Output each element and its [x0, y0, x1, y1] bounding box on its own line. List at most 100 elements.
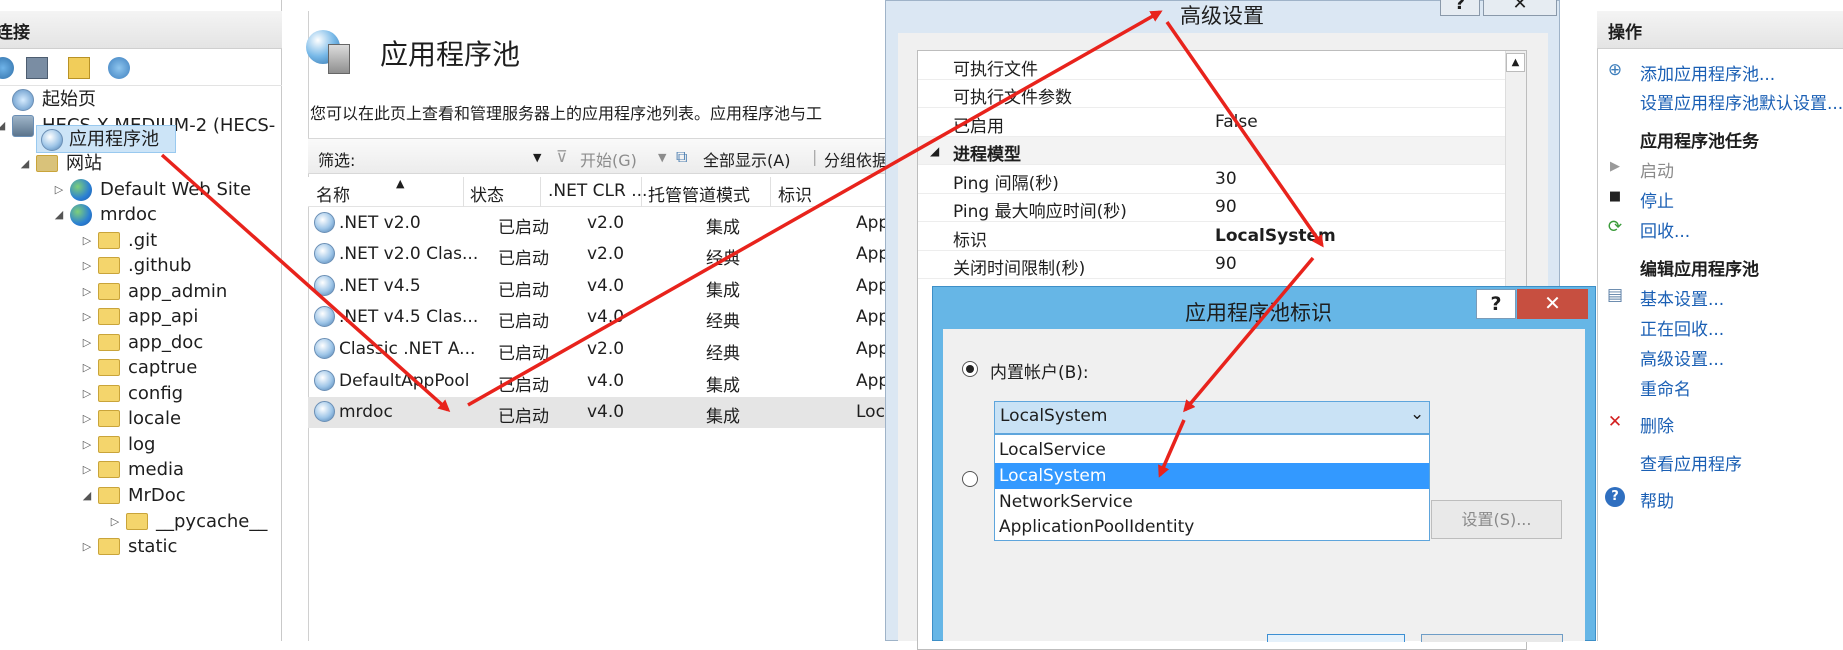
table-row[interactable]: .NET v4.5 已启动 v4.0 集成 App: [308, 271, 928, 302]
dropdown-option[interactable]: ApplicationPoolIdentity: [995, 514, 1429, 540]
column-header-identity[interactable]: 标识: [778, 181, 812, 206]
start-filter-button[interactable]: 开始(G): [580, 147, 637, 171]
expand-icon[interactable]: ▷: [108, 508, 122, 536]
expand-icon[interactable]: ▷: [80, 329, 94, 357]
expand-icon[interactable]: ▷: [80, 456, 94, 484]
show-all-button[interactable]: 全部显示(A): [703, 147, 790, 171]
pool-mode: 经典: [706, 312, 740, 332]
pool-status: 已启动: [498, 281, 549, 301]
tree-node-label: .git: [128, 230, 158, 251]
custom-account-radio[interactable]: [962, 471, 978, 487]
expand-icon[interactable]: ▷: [80, 354, 94, 382]
property-category[interactable]: ◢ 进程模型: [918, 137, 1508, 165]
disconnect-icon[interactable]: [108, 57, 130, 79]
property-value: 90: [1215, 197, 1237, 217]
up-folder-icon[interactable]: [68, 57, 90, 79]
action-add-app-pool[interactable]: 添加应用程序池...: [1640, 60, 1775, 85]
dropdown-option[interactable]: LocalService: [995, 437, 1429, 463]
start-icon: ▶: [1610, 159, 1620, 174]
section-header-edit-pool: 编辑应用程序池: [1640, 260, 1759, 280]
help-icon: ?: [1605, 487, 1625, 507]
dropdown-option-highlighted[interactable]: LocalSystem: [995, 463, 1429, 489]
collapse-icon[interactable]: ◢: [80, 482, 94, 510]
action-recycling[interactable]: 正在回收...: [1640, 315, 1724, 340]
action-basic-settings[interactable]: 基本设置...: [1640, 285, 1724, 310]
actions-title: 操作: [1608, 23, 1642, 43]
advanced-help-button[interactable]: ?: [1440, 0, 1480, 16]
tree-node-label: log: [128, 434, 156, 455]
property-row-identity[interactable]: 标识 LocalSystem: [918, 223, 1508, 251]
property-row[interactable]: 关闭时间限制(秒) 90: [918, 251, 1508, 279]
expand-icon[interactable]: ▷: [52, 176, 66, 204]
folder-icon: [98, 436, 120, 453]
table-row-selected[interactable]: mrdoc 已启动 v4.0 集成 Loc: [308, 397, 928, 428]
action-delete[interactable]: 删除: [1640, 412, 1674, 437]
builtin-account-radio[interactable]: [962, 361, 978, 377]
group-by-button[interactable]: 分组依据: [824, 147, 888, 171]
property-row[interactable]: Ping 最大响应时间(秒) 90: [918, 194, 1508, 222]
table-row[interactable]: Classic .NET A... 已启动 v2.0 经典 App: [308, 334, 928, 365]
table-row[interactable]: .NET v4.5 Clas... 已启动 v4.0 经典 App: [308, 302, 928, 333]
filter-bar: 筛选: ▼ ⊽ 开始(G) ▼ ⧉ 全部显示(A) | 分组依据: [308, 138, 928, 174]
connect-icon[interactable]: [0, 57, 14, 79]
table-row[interactable]: DefaultAppPool 已启动 v4.0 集成 App: [308, 366, 928, 397]
expand-icon[interactable]: ▷: [80, 278, 94, 306]
property-value: False: [1215, 112, 1258, 132]
expand-icon[interactable]: ▷: [80, 533, 94, 561]
save-icon[interactable]: [26, 57, 48, 79]
table-row[interactable]: .NET v2.0 Clas... 已启动 v2.0 经典 App: [308, 239, 928, 270]
pool-status: 已启动: [498, 344, 549, 364]
tree-node-label: static: [128, 536, 178, 557]
column-header-name[interactable]: 名称: [316, 181, 350, 206]
action-help[interactable]: 帮助: [1640, 487, 1674, 512]
pool-status: 已启动: [498, 376, 549, 396]
expand-icon[interactable]: ▷: [80, 405, 94, 433]
funnel-icon: ⊽: [556, 147, 568, 166]
action-stop[interactable]: 停止: [1640, 187, 1674, 212]
property-row[interactable]: 可执行文件: [918, 52, 1508, 80]
collapse-icon[interactable]: ◢: [930, 144, 939, 158]
action-advanced-settings[interactable]: 高级设置...: [1640, 345, 1724, 370]
sites-icon: [36, 155, 58, 172]
folder-icon: [98, 334, 120, 351]
action-start[interactable]: 启动: [1640, 157, 1674, 182]
pool-status: 已启动: [498, 249, 549, 269]
filter-dropdown-icon[interactable]: ▼: [533, 151, 541, 164]
action-recycle[interactable]: 回收...: [1640, 217, 1690, 242]
property-row[interactable]: Ping 间隔(秒) 30: [918, 166, 1508, 194]
expand-icon[interactable]: ▷: [80, 227, 94, 255]
expand-icon[interactable]: ▷: [80, 431, 94, 459]
collapse-icon[interactable]: ◢: [18, 150, 32, 178]
tree-node-app-pools[interactable]: 应用程序池: [36, 125, 176, 153]
pool-status: 已启动: [498, 218, 549, 238]
advanced-close-button[interactable]: ✕: [1483, 0, 1557, 16]
expand-icon[interactable]: ▷: [80, 252, 94, 280]
start-dropdown-icon[interactable]: ▼: [658, 151, 666, 164]
action-rename[interactable]: 重命名: [1640, 375, 1691, 400]
action-set-pool-defaults[interactable]: 设置应用程序池默认设置...: [1640, 89, 1843, 114]
tree-node-label: app_api: [128, 306, 199, 327]
folder-icon: [98, 487, 120, 504]
dialog-help-button[interactable]: ?: [1476, 289, 1516, 319]
set-credentials-button[interactable]: 设置(S)...: [1431, 500, 1562, 539]
column-header-pipeline[interactable]: 托管管道模式: [648, 181, 750, 206]
collapse-icon[interactable]: ◢: [52, 201, 66, 229]
folder-icon: [98, 257, 120, 274]
collapse-icon[interactable]: ◢: [0, 112, 8, 140]
dialog-close-button[interactable]: ✕: [1517, 289, 1588, 319]
property-name: 可执行文件: [953, 60, 1038, 80]
column-header-status[interactable]: 状态: [470, 181, 504, 206]
tree-node-label: MrDoc: [128, 485, 186, 506]
pool-clr: v4.0: [587, 371, 625, 391]
column-header-clr[interactable]: .NET CLR ...: [548, 181, 647, 201]
expand-icon[interactable]: ▷: [80, 303, 94, 331]
scroll-up-arrow-icon[interactable]: ▲: [1506, 53, 1525, 72]
dropdown-option[interactable]: NetworkService: [995, 489, 1429, 515]
property-row[interactable]: 已启用 False: [918, 109, 1508, 137]
property-row[interactable]: 可执行文件参数: [918, 80, 1508, 108]
expand-icon[interactable]: ▷: [80, 380, 94, 408]
page-title: 应用程序池: [380, 38, 521, 71]
chevron-down-icon[interactable]: ⌄: [1410, 404, 1424, 424]
table-row[interactable]: .NET v2.0 已启动 v2.0 集成 App: [308, 208, 928, 239]
action-view-applications[interactable]: 查看应用程序: [1640, 450, 1742, 475]
